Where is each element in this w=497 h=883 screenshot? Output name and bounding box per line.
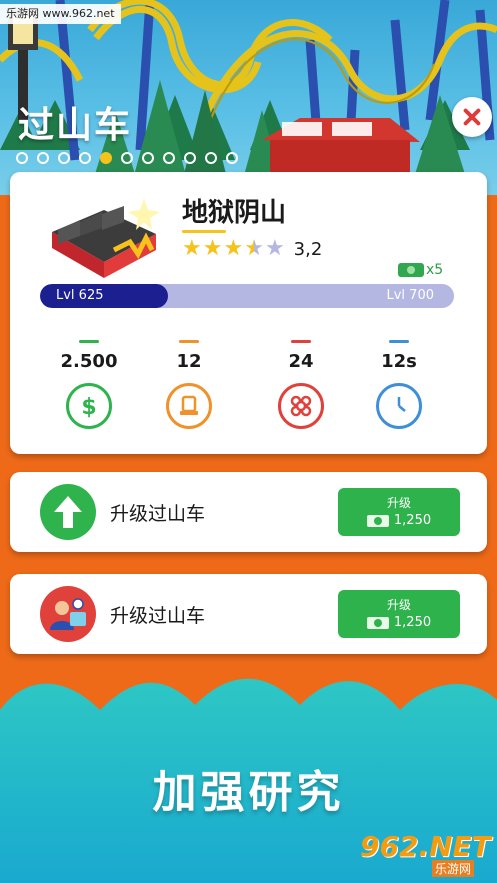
stat-value: 24 xyxy=(288,351,314,372)
rating-value: 3,2 xyxy=(293,238,323,260)
arrow-up-icon xyxy=(40,484,96,540)
level-next: Lvl 700 xyxy=(386,288,435,303)
svg-text:$: $ xyxy=(81,395,96,420)
stat-income: 2.500 $ xyxy=(54,340,124,429)
dollar-icon: $ xyxy=(66,383,112,429)
page-dot[interactable] xyxy=(163,152,175,164)
ride-name: 地狱阴山 xyxy=(182,198,287,228)
screen-title: 过山车 xyxy=(18,105,133,146)
cash-multiplier-value: x5 xyxy=(426,262,444,278)
upgrade-label: 升级过山车 xyxy=(110,503,206,525)
stat-value: 2.500 xyxy=(60,351,118,372)
page-dot[interactable] xyxy=(142,152,154,164)
upgrade-buy-button[interactable]: 升级 1,250 xyxy=(338,488,460,536)
level-current: Lvl 625 xyxy=(56,288,104,303)
name-underline xyxy=(182,230,226,233)
cash-icon xyxy=(398,263,424,277)
stat-capacity: 12 xyxy=(154,340,224,429)
page-dot[interactable] xyxy=(205,152,217,164)
star-rating: ★ ★ ★ ★ ★ 3,2 xyxy=(182,238,322,260)
stat-duration: 12s xyxy=(364,340,434,429)
watermark-top: 乐游网 www.962.net xyxy=(0,4,121,24)
clock-icon xyxy=(376,383,422,429)
star-icon: ★ xyxy=(264,236,285,261)
coaster-car-icon xyxy=(44,192,164,278)
promo-banner-text: 加强研究 xyxy=(152,767,345,818)
buy-button-title: 升级 xyxy=(386,496,411,510)
upgrade-label: 升级过山车 xyxy=(110,605,206,627)
cash-icon xyxy=(366,514,389,527)
cash-multiplier: x5 xyxy=(398,262,443,278)
star-icon: ★ xyxy=(223,236,244,261)
page-dot[interactable] xyxy=(226,152,238,164)
upgrade-row: 升级过山车 升级 1,250 xyxy=(10,472,487,552)
page-indicator[interactable] xyxy=(16,152,238,164)
stat-visitors: 24 xyxy=(266,340,336,429)
star-icon: ★ xyxy=(202,236,223,261)
close-button[interactable] xyxy=(452,97,492,137)
page-dot[interactable] xyxy=(100,152,112,164)
seat-icon xyxy=(166,383,212,429)
watermark-logo: 962.NET xyxy=(360,830,491,863)
watermark-bottom: 962.NET 乐游网 xyxy=(360,830,492,877)
cash-icon xyxy=(366,616,389,629)
stat-tick xyxy=(389,340,409,343)
research-worker-icon xyxy=(40,586,96,642)
upgrade-buy-button[interactable]: 升级 1,250 xyxy=(338,590,460,638)
star-icon: ★ xyxy=(182,236,202,261)
stat-tick xyxy=(291,340,311,343)
buy-button-price: 1,250 xyxy=(393,615,432,630)
buy-button-price: 1,250 xyxy=(393,513,432,528)
page-dot[interactable] xyxy=(37,152,49,164)
star-icon: ★ xyxy=(244,236,264,261)
level-progress-bar: Lvl 625 Lvl 700 xyxy=(40,284,454,308)
upgrade-row: 升级过山车 升级 1,250 xyxy=(10,574,487,654)
ride-info-card: 地狱阴山 ★ ★ ★ ★ ★ 3,2 x5 Lvl 625 Lvl 700 2.500 … xyxy=(10,172,487,454)
page-dot[interactable] xyxy=(184,152,196,164)
buy-button-title: 升级 xyxy=(386,598,411,612)
page-dot[interactable] xyxy=(16,152,28,164)
page-dot[interactable] xyxy=(58,152,70,164)
stat-tick xyxy=(179,340,199,343)
page-dot[interactable] xyxy=(79,152,91,164)
stat-value: 12 xyxy=(176,351,202,372)
page-dot[interactable] xyxy=(121,152,133,164)
crowd-icon xyxy=(278,383,324,429)
stat-value: 12s xyxy=(381,351,417,372)
watermark-sub: 乐游网 xyxy=(432,860,475,877)
stat-tick xyxy=(79,340,99,343)
